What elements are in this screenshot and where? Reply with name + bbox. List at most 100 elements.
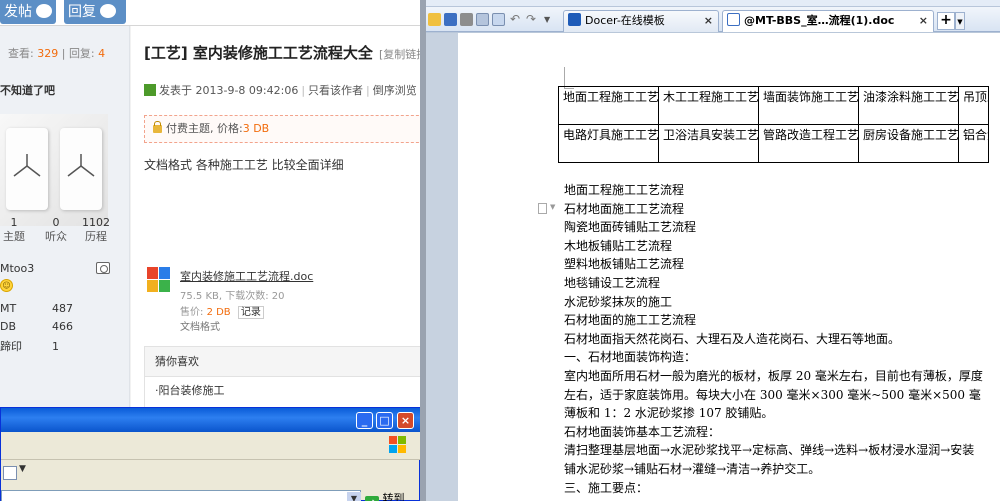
replies-label: 回复:	[68, 47, 95, 60]
post-body-text: 文档格式 各种施工工艺 比较全面详细	[144, 158, 344, 172]
minimize-button[interactable]: _	[356, 412, 373, 429]
stat-value: 0	[52, 216, 60, 229]
document-tabbar: ↶ ↷ ▼ Docer-在线模板 × @MT-BBS_室…流程(1).doc ×…	[426, 7, 1000, 32]
lock-icon	[153, 121, 162, 133]
tab-document[interactable]: @MT-BBS_室…流程(1).doc ×	[722, 10, 934, 32]
document-page[interactable]: ▼ 地面工程施工工艺流程 木工工程施工工艺流程 墙面装饰施工工艺流程 油漆涂料施…	[458, 33, 1000, 501]
table-cell: 吊顶工艺流	[958, 86, 989, 125]
paragraph: 左右，适于家庭装饰用。每块大小在 300 毫米×300 毫米~500 毫米×50…	[564, 387, 981, 402]
go-arrow-icon: ➜	[365, 496, 379, 501]
stats-separator: |	[61, 47, 66, 60]
document-body: 地面工程施工工艺流程 石材地面施工工艺流程 陶瓷地面砖铺贴工艺流程 木地板铺贴工…	[564, 181, 983, 497]
open-folder-icon[interactable]	[428, 13, 441, 26]
stat-topics[interactable]: 1 主题	[0, 216, 34, 244]
pencil-icon	[36, 4, 52, 18]
camera-icon[interactable]	[96, 262, 110, 274]
stat-value: 1	[10, 216, 18, 229]
recommend-header: 猜你喜欢	[145, 347, 420, 377]
post-date: 发表于 2013-9-8 09:42:06	[159, 84, 299, 97]
tab-label: Docer-在线模板	[585, 14, 665, 27]
paragraph-handle-icon[interactable]	[538, 203, 547, 214]
post-button[interactable]: 发帖	[0, 0, 56, 24]
record-link[interactable]: 记录	[237, 306, 264, 319]
reply-button-label: 回复	[68, 4, 96, 20]
save-icon[interactable]	[444, 13, 457, 26]
go-label: 转到	[382, 492, 405, 501]
paragraph: 木地板铺贴工艺流程	[564, 238, 673, 253]
paragraph: 一、石材地面装饰构造：	[564, 350, 697, 365]
maximize-button[interactable]: □	[376, 412, 393, 429]
stat-followers[interactable]: 0 听众	[36, 216, 76, 244]
go-button[interactable]: ➜ 转到	[365, 490, 405, 501]
field-db: DB 466	[0, 320, 73, 333]
post-button-label: 发帖	[4, 4, 32, 20]
field-key: DB	[0, 320, 17, 333]
table-cell: 油漆涂料施工工艺流程	[858, 86, 959, 125]
only-author-link[interactable]: 只看该作者	[308, 84, 363, 97]
attachment-link[interactable]: 室内装修施工工艺流程.doc	[180, 268, 313, 284]
window-menubar	[1, 432, 420, 460]
clock-icon	[60, 128, 102, 210]
field-value: 1	[52, 340, 59, 353]
chevron-down-icon[interactable]: ▼	[19, 464, 26, 474]
post-meta: 发表于 2013-9-8 09:42:06 | 只看该作者 | 倒序浏览	[144, 82, 417, 98]
document-canvas[interactable]: ▼ 地面工程施工工艺流程 木工工程施工工艺流程 墙面装饰施工工艺流程 油漆涂料施…	[426, 33, 1000, 501]
field-value: 487	[52, 302, 73, 315]
paragraph: 铺水泥砂浆→铺贴石材→灌缝→清洁→养护交工。	[564, 461, 821, 476]
table-row: 电路灯具施工工艺流程 卫浴洁具安装工艺流程 管路改造工程工艺流程 厨房设备施工工…	[558, 124, 989, 163]
table-cell: 电路灯具施工工艺流程	[558, 124, 659, 163]
doc-icon	[727, 13, 740, 26]
address-dropdown-icon[interactable]: ▼	[347, 492, 361, 501]
tab-close-icon[interactable]: ×	[919, 11, 928, 31]
docer-icon	[568, 13, 581, 26]
tab-docer[interactable]: Docer-在线模板 ×	[563, 10, 719, 32]
attachment-size: 75.5 KB, 下载次数: 20	[180, 291, 285, 302]
print-icon[interactable]	[460, 13, 473, 26]
views-count: 329	[37, 47, 59, 60]
avatar[interactable]	[0, 114, 108, 226]
paragraph: 薄板和 1：2 水泥砂浆掺 107 胶铺贴。	[564, 406, 774, 421]
spellcheck-icon[interactable]	[492, 13, 505, 26]
author-username[interactable]: 不知道了吧	[0, 82, 55, 98]
undo-icon[interactable]: ↶	[510, 13, 523, 26]
stat-history[interactable]: 1102 历程	[76, 216, 116, 244]
author-badge-icon	[144, 84, 156, 96]
paragraph: 石材地面施工工艺流程	[564, 201, 685, 216]
table-row: 地面工程施工工艺流程 木工工程施工工艺流程 墙面装饰施工工艺流程 油漆涂料施工工…	[558, 86, 989, 125]
table-cell: 地面工程施工工艺流程	[558, 86, 659, 125]
paid-topic-box: 付费主题, 价格:3 DB	[144, 115, 420, 143]
tab-close-icon[interactable]: ×	[704, 11, 713, 31]
field-mt: MT 487	[0, 302, 73, 315]
wps-writer-window: ↶ ↷ ▼ Docer-在线模板 × @MT-BBS_室…流程(1).doc ×…	[426, 0, 1000, 501]
new-tab-dropdown-icon[interactable]: ▼	[955, 12, 965, 30]
chevron-down-icon[interactable]: ▼	[550, 203, 555, 211]
recommend-item[interactable]: ·阳台装修施工	[145, 382, 420, 398]
stat-label: 历程	[85, 230, 107, 243]
author-id: Mtoo3	[0, 262, 35, 275]
attachment-format: 文档格式	[180, 322, 220, 333]
close-button[interactable]: ×	[397, 412, 414, 429]
address-bar: ▼ ➜ 转到	[1, 490, 420, 501]
print-preview-icon[interactable]	[476, 13, 489, 26]
window-titlebar[interactable]: _ □ ×	[1, 408, 420, 432]
customize-arrow-icon[interactable]: ▼	[544, 13, 557, 26]
table-cell: 管路改造工程工艺流程	[758, 124, 859, 163]
reply-button[interactable]: 回复	[64, 0, 126, 24]
window-toolbar: ▼	[1, 460, 420, 490]
table-cell: 墙面装饰施工工艺流程	[758, 86, 859, 125]
views-icon[interactable]	[3, 466, 17, 480]
doc-file-icon	[147, 267, 171, 293]
new-tab-button[interactable]: +	[937, 12, 955, 30]
redo-icon[interactable]: ↷	[526, 13, 539, 26]
tab-label: @MT-BBS_室…流程(1).doc	[744, 14, 895, 27]
stat-label: 主题	[3, 230, 25, 243]
stat-label: 听众	[45, 230, 67, 243]
paragraph: 三、施工要点：	[564, 480, 649, 495]
table-cell: 卫浴洁具安装工艺流程	[658, 124, 759, 163]
price-label: 售价:	[180, 307, 204, 318]
table-cell: 木工工程施工工艺流程	[658, 86, 759, 125]
paragraph: 室内地面所用石材一般为磨光的板材，板厚 20 毫米左右，目前也有薄板，厚度	[564, 368, 983, 383]
copy-link[interactable]: [复制链接	[379, 48, 420, 61]
reverse-order-link[interactable]: 倒序浏览	[373, 84, 417, 97]
address-input[interactable]: ▼	[1, 490, 361, 501]
